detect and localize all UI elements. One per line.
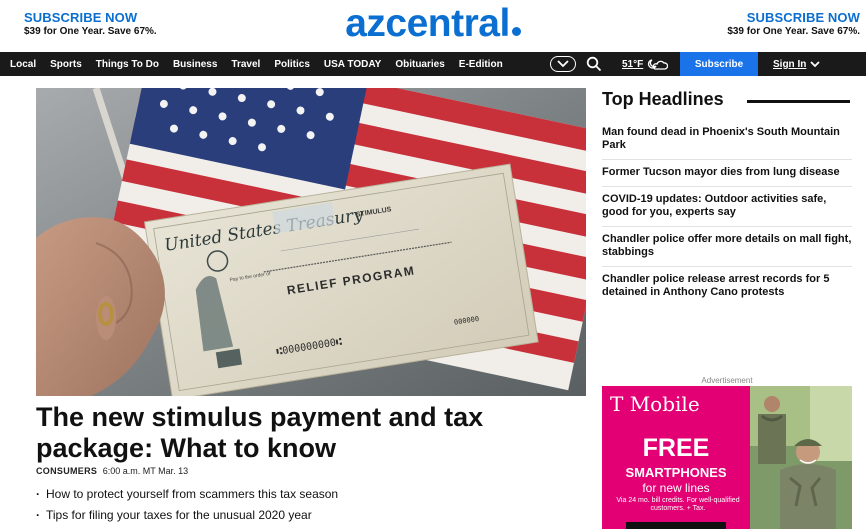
nav-item-sports[interactable]: Sports	[50, 59, 82, 70]
nav-item-business[interactable]: Business	[173, 59, 217, 70]
weather-temp[interactable]: 51°F	[622, 59, 643, 70]
sign-in-button[interactable]: Sign In	[773, 52, 820, 76]
ad-brand: T Mobile	[610, 392, 700, 416]
nav-item-obituaries[interactable]: Obituaries	[395, 59, 444, 70]
chevron-down-icon	[810, 61, 820, 68]
ad-label: Advertisement	[701, 376, 753, 385]
logo-text[interactable]: azcentral	[345, 2, 510, 45]
related-link[interactable]: How to protect yourself from scammers th…	[36, 487, 338, 501]
top-headlines-title: Top Headlines	[602, 89, 724, 109]
article-headline[interactable]: The new stimulus payment and tax package…	[36, 402, 586, 464]
ad-headline: FREE	[642, 434, 710, 462]
title-divider	[747, 100, 850, 103]
top-headlines-list: Man found dead in Phoenix's South Mounta…	[602, 120, 852, 306]
main-nav: Local Sports Things To Do Business Trave…	[0, 52, 866, 76]
article-meta: CONSUMERS 6:00 a.m. MT Mar. 13	[36, 466, 188, 476]
nav-item-e-edition[interactable]: E-Edition	[459, 59, 503, 70]
logo-dot	[511, 27, 521, 36]
nav-item-local[interactable]: Local	[10, 59, 36, 70]
subscribe-promo-offer[interactable]: $39 for One Year. Save 67%.	[727, 26, 860, 37]
nav-item-things-to-do[interactable]: Things To Do	[96, 59, 159, 70]
headline-item[interactable]: Former Tucson mayor dies from lung disea…	[602, 160, 852, 187]
nav-item-politics[interactable]: Politics	[274, 59, 310, 70]
site-header: SUBSCRIBE NOW $39 for One Year. Save 67%…	[0, 0, 866, 50]
weather-widget[interactable]: 51°F	[622, 52, 669, 76]
related-links: How to protect yourself from scammers th…	[36, 487, 338, 529]
hero-image[interactable]: United States Treasury STIMULUS RELIEF P…	[36, 88, 586, 396]
headline-item[interactable]: Chandler police offer more details on ma…	[602, 227, 852, 267]
nav-links: Local Sports Things To Do Business Trave…	[10, 52, 517, 76]
article-timestamp: 6:00 a.m. MT Mar. 13	[102, 466, 189, 476]
more-menu-button[interactable]	[550, 56, 576, 72]
stimulus-check-photo: United States Treasury STIMULUS RELIEF P…	[36, 88, 586, 396]
chevron-down-icon	[557, 60, 569, 68]
subscribe-promo-right[interactable]: SUBSCRIBE NOW $39 for One Year. Save 67%…	[727, 10, 860, 37]
soldiers-photo	[750, 386, 852, 529]
ad-subhead: SMARTPHONES	[625, 465, 727, 480]
nav-item-travel[interactable]: Travel	[231, 59, 260, 70]
ad-fine-print: Via 24 mo. bill credits. For well-qualif…	[616, 497, 740, 512]
headline-item[interactable]: Chandler police release arrest records f…	[602, 267, 852, 306]
cloudy-moon-icon	[648, 59, 669, 70]
subscribe-promo-title[interactable]: SUBSCRIBE NOW	[727, 10, 860, 25]
headline-item[interactable]: COVID-19 updates: Outdoor activities saf…	[602, 187, 852, 227]
tmobile-ad[interactable]: T Mobile FREE SMARTPHONES for new lines …	[602, 386, 852, 529]
ad-tagline: for new lines	[642, 481, 710, 495]
article-category[interactable]: CONSUMERS	[36, 466, 97, 476]
headline-item[interactable]: Man found dead in Phoenix's South Mounta…	[602, 120, 852, 160]
nav-item-usa-today[interactable]: USA TODAY	[324, 59, 381, 70]
related-link[interactable]: Tips for filing your taxes for the unusu…	[36, 508, 338, 522]
subscribe-button[interactable]: Subscribe	[680, 52, 758, 76]
search-icon[interactable]	[586, 56, 602, 72]
sign-in-label[interactable]: Sign In	[773, 59, 806, 70]
ad-cta-button[interactable]	[626, 522, 726, 529]
